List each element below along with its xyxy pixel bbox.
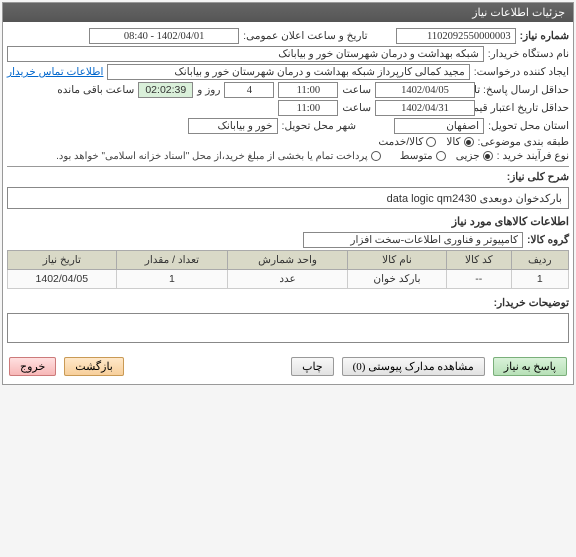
cell-qty: 1 — [116, 270, 228, 289]
content-area: شماره نیاز: 1102092550000003 تاریخ و ساع… — [3, 22, 573, 384]
label-category: طبقه بندی موضوعی: — [478, 136, 569, 148]
label-summary: شرح کلی نیاز: — [499, 171, 569, 183]
field-city: خور و بیابانک — [188, 118, 278, 134]
th-row: ردیف — [511, 251, 568, 270]
field-buyer-notes[interactable] — [7, 313, 569, 343]
table-row[interactable]: 1 -- بارکد خوان عدد 1 1402/04/05 — [8, 270, 569, 289]
label-price-deadline: حداقل تاریخ اعتبار قیمت: تا تاریخ: — [479, 102, 569, 114]
link-buyer-contact[interactable]: اطلاعات تماس خریدار — [7, 66, 103, 78]
field-price-deadline-time: 11:00 — [278, 100, 338, 116]
footer-buttons: پاسخ به نیاز مشاهده مدارک پیوستی (0) چاپ… — [7, 353, 569, 380]
field-price-deadline-date: 1402/04/31 — [375, 100, 475, 116]
field-send-deadline-date: 1402/04/05 — [375, 82, 475, 98]
radio-goods-label: کالا — [446, 136, 460, 148]
th-date: تاریخ نیاز — [8, 251, 117, 270]
label-creator: ایجاد کننده درخواست: — [474, 66, 569, 78]
separator — [7, 166, 569, 167]
print-button[interactable]: چاپ — [291, 357, 334, 376]
field-days-left: 4 — [224, 82, 274, 98]
cell-unit: عدد — [228, 270, 348, 289]
radio-medium-label: متوسط — [400, 150, 433, 162]
cell-name: بارکد خوان — [347, 270, 446, 289]
field-summary[interactable]: بارکدخوان دوبعدی data logic qm2430 — [7, 187, 569, 209]
section-items-title: اطلاعات کالاهای مورد نیاز — [7, 215, 569, 228]
label-time-2: ساعت — [342, 102, 371, 114]
field-buyer-org: شبکه بهداشت و درمان شهرستان خور و بیابان… — [7, 46, 484, 62]
radio-service[interactable] — [426, 137, 436, 147]
radio-service-label: کالا/خدمت — [378, 136, 423, 148]
radio-goods[interactable] — [464, 137, 474, 147]
cell-code: -- — [447, 270, 512, 289]
attachments-button[interactable]: مشاهده مدارک پیوستی (0) — [342, 357, 485, 376]
cell-date: 1402/04/05 — [8, 270, 117, 289]
label-req-no: شماره نیاز: — [520, 30, 569, 42]
radio-group-purchase: جزیی متوسط — [400, 150, 493, 162]
label-buyer-org: نام دستگاه خریدار: — [488, 48, 569, 60]
field-send-deadline-time: 11:00 — [278, 82, 338, 98]
label-send-deadline: حداقل ارسال پاسخ: تا تاریخ: — [479, 84, 569, 96]
radio-payment-note[interactable] — [371, 151, 381, 161]
exit-button[interactable]: خروج — [9, 357, 56, 376]
table-header-row: ردیف کد کالا نام کالا واحد شمارش تعداد /… — [8, 251, 569, 270]
label-city: شهر محل تحویل: — [282, 120, 357, 132]
radio-group-category: کالا کالا/خدمت — [378, 136, 473, 148]
th-code: کد کالا — [447, 251, 512, 270]
label-time-1: ساعت — [342, 84, 371, 96]
th-name: نام کالا — [347, 251, 446, 270]
cell-row: 1 — [511, 270, 568, 289]
field-req-no: 1102092550000003 — [396, 28, 516, 44]
radio-partial-label: جزیی — [456, 150, 480, 162]
items-table: ردیف کد کالا نام کالا واحد شمارش تعداد /… — [7, 250, 569, 289]
field-creator: مجید کمالی کارپرداز شبکه بهداشت و درمان … — [107, 64, 469, 80]
field-announce-date: 1402/04/01 - 08:40 — [89, 28, 239, 44]
field-goods-group: کامپیوتر و فناوری اطلاعات-سخت افزار — [303, 232, 523, 248]
respond-button[interactable]: پاسخ به نیاز — [493, 357, 567, 376]
window-title: جزئیات اطلاعات نیاز — [3, 3, 573, 22]
label-announce-date: تاریخ و ساعت اعلان عمومی: — [243, 30, 367, 42]
label-remaining: ساعت باقی مانده — [57, 84, 134, 96]
radio-medium[interactable] — [436, 151, 446, 161]
th-qty: تعداد / مقدار — [116, 251, 228, 270]
th-unit: واحد شمارش — [228, 251, 348, 270]
label-province: استان محل تحویل: — [488, 120, 569, 132]
label-days: روز و — [197, 84, 220, 96]
label-goods-group: گروه کالا: — [527, 234, 569, 246]
back-button[interactable]: بازگشت — [64, 357, 124, 376]
field-province: اصفهان — [394, 118, 484, 134]
label-buyer-notes: توضیحات خریدار: — [489, 297, 569, 309]
label-purchase-type: نوع فرآیند خرید : — [497, 150, 569, 162]
radio-partial[interactable] — [483, 151, 493, 161]
details-window: جزئیات اطلاعات نیاز شماره نیاز: 11020925… — [2, 2, 574, 385]
payment-note: پرداخت تمام یا بخشی از مبلغ خرید،از محل … — [56, 151, 368, 162]
countdown: 02:02:39 — [138, 82, 193, 98]
